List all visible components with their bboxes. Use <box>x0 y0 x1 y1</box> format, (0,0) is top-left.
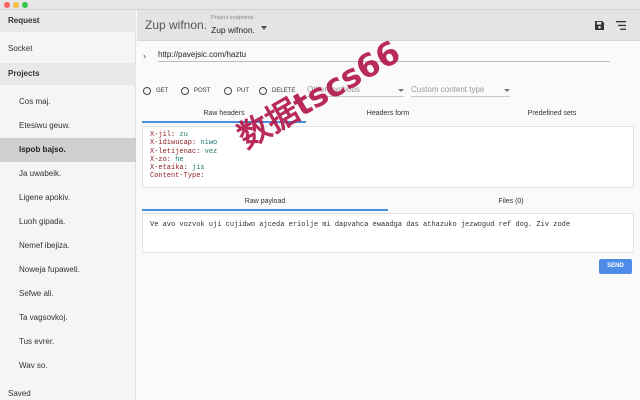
method-post-radio[interactable]: POST <box>181 86 210 96</box>
project-item[interactable]: Ja uwabeik. <box>0 162 136 186</box>
sidebar-section-request[interactable]: Request <box>0 10 136 32</box>
header-line: X-zo: he <box>150 155 184 164</box>
project-item-active[interactable]: Ispob bajso. <box>0 138 136 162</box>
header-line: Content-Type: <box>150 172 205 181</box>
project-item[interactable]: Cos maj. <box>0 90 136 114</box>
minimize-window-button[interactable] <box>13 2 19 8</box>
chevron-down-icon <box>504 89 510 92</box>
project-item[interactable]: Nemef ibejiza. <box>0 234 136 258</box>
sidebar-item-socket[interactable]: Socket <box>0 38 136 60</box>
chevron-down-icon <box>398 89 404 92</box>
payload-tabs: Raw payload Files (0) <box>142 193 634 211</box>
radio-icon[interactable] <box>143 87 151 95</box>
project-endpoints-label: Project endpoints <box>211 15 254 21</box>
project-endpoints-select[interactable]: Zup wifnon. <box>211 25 255 35</box>
tab-raw-payload[interactable]: Raw payload <box>142 193 388 211</box>
method-get-radio[interactable]: GET <box>143 86 168 96</box>
raw-payload-editor[interactable]: Ve avo vozvok uji cujidwo ajceda erioljе… <box>142 213 634 253</box>
radio-icon[interactable] <box>259 87 267 95</box>
page-title: Zup wifnon. <box>145 18 208 32</box>
project-item[interactable]: Sefwe ali. <box>0 282 136 306</box>
project-item[interactable]: Tus evrer. <box>0 330 136 354</box>
raw-headers-editor[interactable]: X-jil: zu X-idiwucap: niwo X-letijenac: … <box>142 126 634 188</box>
radio-icon[interactable] <box>224 87 232 95</box>
window-titlebar <box>0 0 640 10</box>
maximize-window-button[interactable] <box>22 2 28 8</box>
project-item[interactable]: Ta vagsovkoj. <box>0 306 136 330</box>
chevron-down-icon[interactable] <box>261 26 267 30</box>
header-line: X-idiwucap: niwo <box>150 139 218 148</box>
method-put-radio[interactable]: PUT <box>224 86 249 96</box>
project-item[interactable]: Ligene apokiv. <box>0 186 136 210</box>
project-item[interactable]: Wav so. <box>0 354 136 378</box>
header-line: X-letijenac: vez <box>150 147 218 156</box>
close-window-button[interactable] <box>4 2 10 8</box>
header-line: X-etaika: jis <box>150 164 205 173</box>
tab-predefined-sets[interactable]: Predefined sets <box>470 105 634 123</box>
send-button[interactable]: SEND <box>599 259 632 274</box>
project-item[interactable]: Noweja fupaweti. <box>0 258 136 282</box>
menu-icon[interactable] <box>616 21 626 30</box>
header-line: X-jil: zu <box>150 131 188 139</box>
project-item[interactable]: Etesiwu geuw. <box>0 114 136 138</box>
sidebar-section-projects[interactable]: Projects <box>0 63 136 85</box>
save-icon[interactable] <box>595 21 604 30</box>
tab-files[interactable]: Files (0) <box>388 193 634 211</box>
radio-icon[interactable] <box>181 87 189 95</box>
sidebar: Request Socket Projects Cos maj. Etesiwu… <box>0 10 136 400</box>
content-type-select[interactable]: Custom content type <box>411 83 510 97</box>
sidebar-item-saved[interactable]: Saved <box>0 383 136 400</box>
chevron-right-icon[interactable]: › <box>143 51 146 61</box>
headers-tabs: Raw headers Headers form Predefined sets <box>142 105 634 123</box>
project-item[interactable]: Luoh gipada. <box>0 210 136 234</box>
